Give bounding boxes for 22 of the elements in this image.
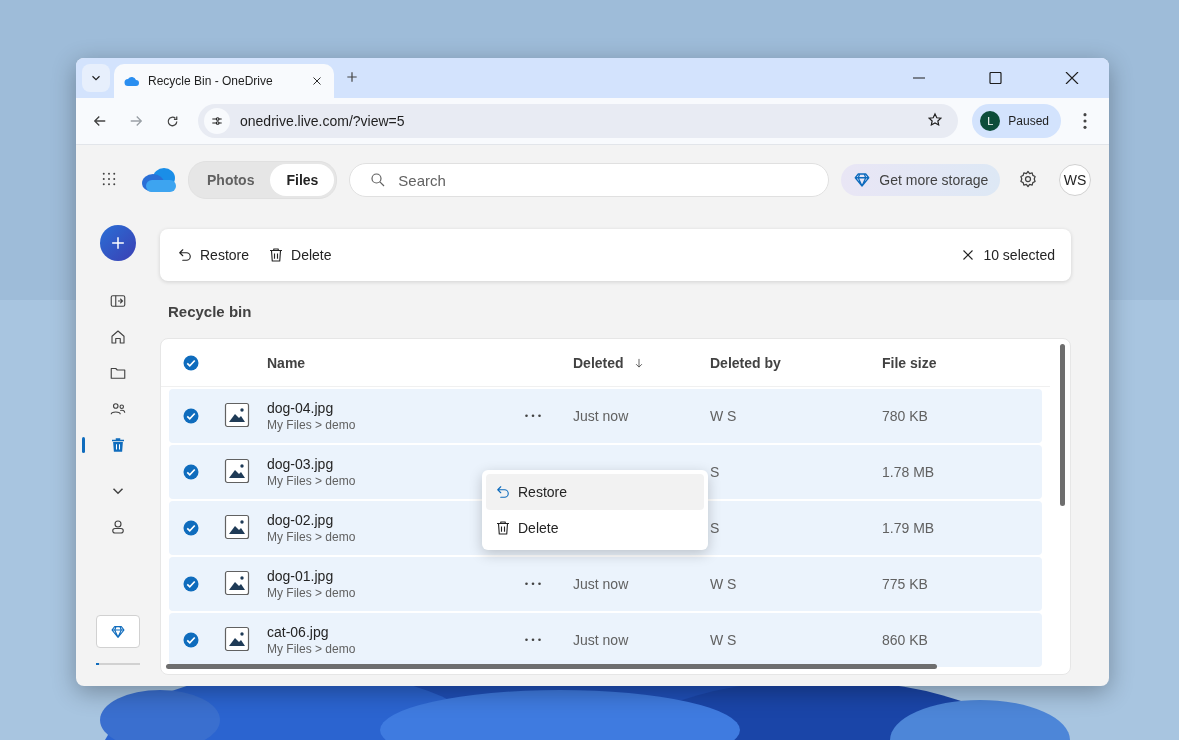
deleted-by-cell: W S <box>710 408 737 424</box>
file-path: My Files > demo <box>267 642 356 656</box>
file-size-cell: 1.79 MB <box>882 520 935 536</box>
file-path: My Files > demo <box>267 530 356 544</box>
file-size-cell: 1.78 MB <box>882 464 935 480</box>
file-path: My Files > demo <box>267 474 356 488</box>
deleted-by-cell: S <box>710 520 720 536</box>
page-title: Recycle bin <box>168 303 252 320</box>
deleted-by-cell: S <box>710 464 720 480</box>
file-path: My Files > demo <box>267 586 356 600</box>
file-path: My Files > demo <box>267 418 356 432</box>
deleted-cell: Just now <box>573 632 629 648</box>
tab-title: Recycle Bin - OneDrive <box>148 74 274 88</box>
deleted-by-cell: W S <box>710 632 737 648</box>
file-size-cell: 775 KB <box>882 576 928 592</box>
url-text: onedrive.live.com/?view=5 <box>240 113 406 129</box>
profile-avatar: L <box>980 111 1001 131</box>
file-size-cell: 780 KB <box>882 408 928 424</box>
deleted-cell: Just now <box>573 576 629 592</box>
file-size-cell: 860 KB <box>882 632 928 648</box>
deleted-cell: Just now <box>573 408 629 424</box>
deleted-by-cell: W S <box>710 576 737 592</box>
